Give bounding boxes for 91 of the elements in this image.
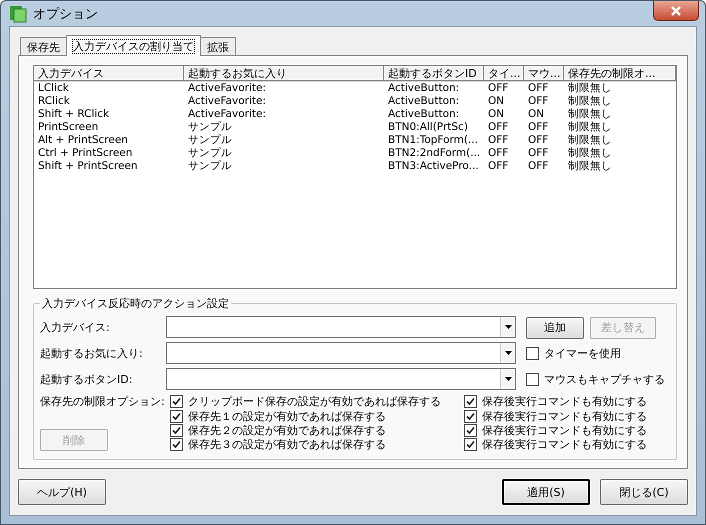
dropdown-arrow-icon	[504, 325, 512, 329]
list-cell-text: BTN2:2ndForm(...	[387, 147, 482, 160]
column-header[interactable]: タイ...	[484, 66, 524, 81]
list-cell-text: ActiveButton:	[387, 82, 460, 95]
checkbox-label: 保存後実行コマンドも有効にする	[482, 394, 647, 409]
checkbox[interactable]	[464, 438, 477, 451]
list-cell-text: ActiveFavorite:	[187, 108, 267, 121]
list-cell-text: OFF	[527, 134, 550, 147]
group-title: 入力デバイス反応時のアクション設定	[40, 296, 231, 311]
list-cell-text: ON	[487, 108, 506, 121]
checkbox-label: タイマーを使用	[544, 346, 621, 362]
list-cell-text: RClick	[37, 95, 71, 108]
checkbox[interactable]	[464, 395, 477, 408]
list-cell-text: ActiveButton:	[387, 95, 460, 108]
list-cell-text: ActiveFavorite:	[187, 95, 267, 108]
checkbox[interactable]	[170, 424, 183, 437]
column-header[interactable]: 起動するボタンID	[384, 66, 484, 81]
window-title: オプション	[33, 6, 98, 22]
list-cell-text: PrintScreen	[37, 121, 100, 134]
close-icon	[670, 6, 682, 16]
column-header[interactable]: マウ...	[524, 66, 564, 81]
checkbox[interactable]	[464, 424, 477, 437]
checkbox[interactable]	[526, 372, 539, 386]
close-button[interactable]	[653, 1, 699, 21]
list-cell-text: 制限無し	[567, 134, 613, 147]
list-cell-text: BTN0:All(PrtSc)	[387, 121, 469, 134]
list-cell-text: BTN1:TopForm(...	[387, 134, 479, 147]
field-label: 起動するボタンID:	[40, 372, 134, 386]
list-cell-text: OFF	[527, 121, 550, 134]
list-cell-text: 制限無し	[567, 147, 613, 160]
checkbox-label: 保存後実行コマンドも有効にする	[482, 423, 647, 438]
list-cell-text: BTN3:ActivePro...	[387, 160, 480, 173]
list-cell-text: ON	[487, 95, 506, 108]
list-cell-text: サンプル	[187, 160, 233, 173]
checkbox-label: 保存先２の設定が有効であれば保存する	[188, 423, 386, 438]
device-list[interactable]	[33, 65, 677, 289]
checkbox[interactable]	[464, 410, 477, 423]
list-cell-text: OFF	[527, 82, 550, 95]
list-cell-text: Ctrl + PrintScreen	[37, 147, 134, 160]
list-cell-text: ActiveButton:	[387, 108, 460, 121]
list-cell-text: OFF	[487, 121, 510, 134]
list-cell-text: OFF	[527, 160, 550, 173]
list-cell-text: OFF	[487, 134, 510, 147]
dropdown-arrow-icon	[504, 351, 512, 355]
list-cell-text: サンプル	[187, 134, 233, 147]
list-cell-text: 制限無し	[567, 82, 613, 95]
dropdown-field[interactable]	[166, 342, 516, 364]
list-cell-text: LClick	[37, 82, 70, 95]
button[interactable]: 追加	[526, 316, 584, 339]
list-cell-text: 制限無し	[567, 121, 613, 134]
field-label: 入力デバイス:	[40, 320, 111, 334]
checkbox-label: マウスもキャプチャする	[544, 372, 665, 387]
list-cell-text: Alt + PrintScreen	[37, 134, 129, 147]
column-header[interactable]: 保存先の制限オ...	[564, 66, 676, 81]
tab[interactable]: 入力デバイスの割り当て	[66, 35, 201, 56]
list-cell-text: 制限無し	[567, 160, 613, 173]
list-cell-text: OFF	[487, 160, 510, 173]
checkbox[interactable]	[170, 395, 183, 408]
column-header[interactable]: 起動するお気に入り	[184, 66, 384, 81]
list-cell-text: OFF	[487, 147, 510, 160]
app-icon	[9, 4, 27, 22]
checkbox-label: 保存先３の設定が有効であれば保存する	[188, 437, 386, 452]
list-cell-text: 制限無し	[567, 95, 613, 108]
checkbox-label: 保存後実行コマンドも有効にする	[482, 409, 647, 424]
field-label: 保存先の制限オプション:	[40, 394, 166, 409]
checkbox-label: クリップボード保存の設定が有効であれば保存する	[188, 394, 441, 409]
checkbox[interactable]	[526, 347, 539, 360]
dropdown-arrow-icon	[504, 377, 512, 381]
button[interactable]: 閉じる(C)	[600, 479, 688, 505]
list-cell-text: OFF	[527, 147, 550, 160]
list-cell-text: サンプル	[187, 147, 233, 160]
checkbox[interactable]	[170, 438, 183, 451]
button[interactable]: 適用(S)	[502, 479, 590, 505]
list-cell-text: 制限無し	[567, 108, 613, 121]
list-cell-text: ActiveFavorite:	[187, 82, 267, 95]
column-header[interactable]: 入力デバイス	[34, 66, 184, 81]
field-label: 起動するお気に入り:	[40, 346, 144, 360]
list-cell-text: Shift + PrintScreen	[37, 160, 139, 173]
list-cell-text: OFF	[487, 82, 510, 95]
dropdown-field[interactable]	[166, 368, 516, 390]
tab[interactable]: 保存先	[20, 37, 67, 55]
list-cell-text: サンプル	[187, 121, 233, 134]
list-cell-text: OFF	[527, 95, 550, 108]
checkbox[interactable]	[170, 410, 183, 423]
list-cell-text: ON	[527, 108, 546, 121]
checkbox-label: 保存後実行コマンドも有効にする	[482, 437, 647, 452]
checkbox-label: 保存先１の設定が有効であれば保存する	[188, 409, 386, 424]
list-cell-text: Shift + RClick	[37, 108, 110, 121]
tab[interactable]: 拡張	[200, 37, 236, 55]
dropdown-field[interactable]	[166, 316, 516, 338]
button[interactable]: ヘルプ(H)	[18, 479, 106, 505]
